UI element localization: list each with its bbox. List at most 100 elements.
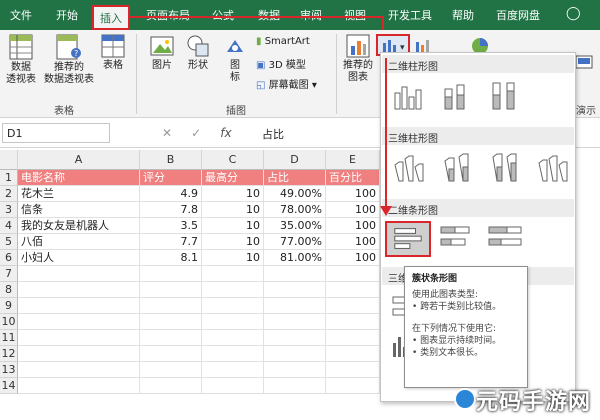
- tab-baidu-netdisk[interactable]: 百度网盘: [496, 7, 540, 23]
- table-cell[interactable]: 4.9: [140, 186, 202, 202]
- stacked-bar-thumb[interactable]: [437, 221, 477, 255]
- row-header[interactable]: 1: [0, 170, 18, 186]
- clustered-bar-thumb[interactable]: [385, 221, 431, 257]
- percent-column-thumb[interactable]: [485, 79, 525, 113]
- table-cell[interactable]: 八佰: [18, 234, 140, 250]
- empty-cell[interactable]: [202, 298, 264, 314]
- column-header-a[interactable]: A: [18, 150, 140, 170]
- select-all-corner[interactable]: [0, 150, 18, 170]
- empty-cell[interactable]: [140, 346, 202, 362]
- row-header[interactable]: 2: [0, 186, 18, 202]
- empty-cell[interactable]: [140, 298, 202, 314]
- name-box[interactable]: D1: [2, 123, 110, 143]
- row-header[interactable]: 8: [0, 282, 18, 298]
- empty-cell[interactable]: [18, 266, 140, 282]
- empty-cell[interactable]: [202, 346, 264, 362]
- table-cell[interactable]: 7.8: [140, 202, 202, 218]
- row-header[interactable]: 14: [0, 378, 18, 394]
- table-cell[interactable]: 10: [202, 202, 264, 218]
- empty-cell[interactable]: [18, 314, 140, 330]
- empty-cell[interactable]: [326, 282, 380, 298]
- column-header-e[interactable]: E: [326, 150, 380, 170]
- empty-cell[interactable]: [326, 346, 380, 362]
- cancel-icon[interactable]: ✕: [162, 126, 172, 140]
- 3d-column-thumb[interactable]: [533, 151, 573, 185]
- table-cell[interactable]: 10: [202, 234, 264, 250]
- tab-home[interactable]: 开始: [56, 7, 78, 23]
- tab-review[interactable]: 审阅: [300, 7, 322, 23]
- row-header[interactable]: 6: [0, 250, 18, 266]
- empty-cell[interactable]: [264, 298, 326, 314]
- empty-cell[interactable]: [140, 314, 202, 330]
- empty-cell[interactable]: [326, 330, 380, 346]
- empty-cell[interactable]: [18, 282, 140, 298]
- 3d-model-button[interactable]: ▣ 3D 模型: [256, 56, 306, 71]
- percent-bar-thumb[interactable]: [485, 221, 525, 255]
- table-cell[interactable]: 我的女友是机器人: [18, 218, 140, 234]
- pivot-table-button[interactable]: 数据 透视表: [4, 34, 38, 86]
- row-header[interactable]: 4: [0, 218, 18, 234]
- confirm-icon[interactable]: ✓: [191, 126, 201, 140]
- empty-cell[interactable]: [202, 266, 264, 282]
- table-cell[interactable]: 49.00%: [264, 186, 326, 202]
- empty-cell[interactable]: [326, 378, 380, 394]
- empty-cell[interactable]: [202, 282, 264, 298]
- empty-cell[interactable]: [264, 346, 326, 362]
- empty-cell[interactable]: [326, 362, 380, 378]
- empty-cell[interactable]: [202, 378, 264, 394]
- table-cell[interactable]: 7.7: [140, 234, 202, 250]
- table-cell[interactable]: 10: [202, 218, 264, 234]
- empty-cell[interactable]: [202, 362, 264, 378]
- table-cell[interactable]: 花木兰: [18, 186, 140, 202]
- recommended-pivot-button[interactable]: ? 推荐的 数据透视表: [44, 34, 94, 86]
- stacked-column-thumb[interactable]: [437, 79, 477, 113]
- table-cell[interactable]: 100: [326, 202, 380, 218]
- empty-cell[interactable]: [326, 314, 380, 330]
- table-cell[interactable]: 81.00%: [264, 250, 326, 266]
- header-cell[interactable]: 评分: [140, 170, 202, 186]
- picture-button[interactable]: 图片: [146, 34, 178, 72]
- insert-function-icon[interactable]: fx: [220, 126, 231, 140]
- column-header-b[interactable]: B: [140, 150, 202, 170]
- table-cell[interactable]: 10: [202, 186, 264, 202]
- lightbulb-icon[interactable]: ◯: [566, 6, 581, 21]
- row-header[interactable]: 10: [0, 314, 18, 330]
- table-cell[interactable]: 78.00%: [264, 202, 326, 218]
- smartart-button[interactable]: ▮ SmartArt: [256, 36, 310, 47]
- empty-cell[interactable]: [18, 362, 140, 378]
- table-cell[interactable]: 35.00%: [264, 218, 326, 234]
- header-cell[interactable]: 电影名称: [18, 170, 140, 186]
- column-header-c[interactable]: C: [202, 150, 264, 170]
- icons-button[interactable]: 图 标: [220, 34, 250, 84]
- empty-cell[interactable]: [140, 362, 202, 378]
- shapes-button[interactable]: 形状: [182, 34, 214, 72]
- clustered-column-thumb[interactable]: [389, 79, 429, 113]
- row-header[interactable]: 11: [0, 330, 18, 346]
- table-cell[interactable]: 8.1: [140, 250, 202, 266]
- column-header-d[interactable]: D: [264, 150, 326, 170]
- empty-cell[interactable]: [264, 378, 326, 394]
- formula-input[interactable]: 占比: [258, 123, 388, 143]
- row-header[interactable]: 7: [0, 266, 18, 282]
- empty-cell[interactable]: [264, 330, 326, 346]
- 3d-percent-column-thumb[interactable]: [485, 151, 525, 185]
- empty-cell[interactable]: [264, 362, 326, 378]
- row-header[interactable]: 5: [0, 234, 18, 250]
- row-header[interactable]: 9: [0, 298, 18, 314]
- table-cell[interactable]: 100: [326, 234, 380, 250]
- tab-data[interactable]: 数据: [258, 7, 280, 23]
- row-header[interactable]: 13: [0, 362, 18, 378]
- empty-cell[interactable]: [264, 282, 326, 298]
- table-cell[interactable]: 3.5: [140, 218, 202, 234]
- tab-file[interactable]: 文件: [10, 7, 32, 23]
- screenshot-button[interactable]: ◱ 屏幕截图 ▾: [256, 76, 317, 91]
- table-cell[interactable]: 小妇人: [18, 250, 140, 266]
- empty-cell[interactable]: [18, 298, 140, 314]
- table-button[interactable]: 表格: [98, 34, 128, 72]
- tab-view[interactable]: 视图: [344, 7, 366, 23]
- header-cell[interactable]: 占比: [264, 170, 326, 186]
- table-cell[interactable]: 77.00%: [264, 234, 326, 250]
- table-cell[interactable]: 100: [326, 218, 380, 234]
- empty-cell[interactable]: [264, 266, 326, 282]
- empty-cell[interactable]: [18, 346, 140, 362]
